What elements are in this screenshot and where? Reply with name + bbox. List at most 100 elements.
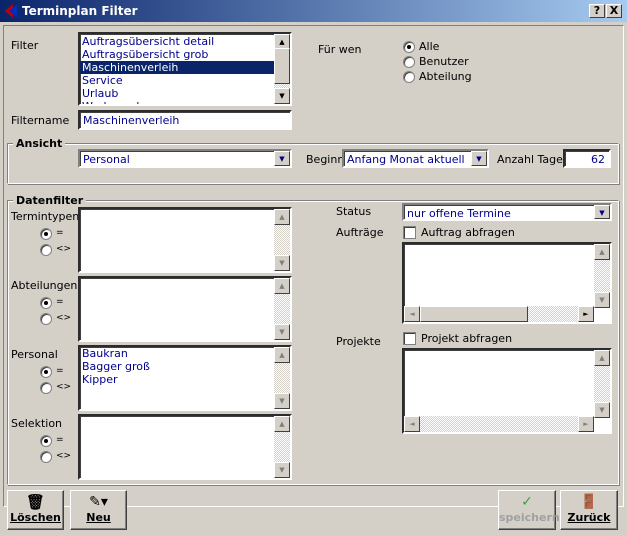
scroll-left-icon[interactable]: ◄ xyxy=(404,306,420,322)
radio-label-alle: Alle xyxy=(419,40,440,53)
auftraege-list[interactable]: ▲ ▼ ◄ ► xyxy=(402,242,612,324)
beginn-select[interactable]: Anfang Monat aktuell ▼ xyxy=(342,149,489,168)
scroll-up-icon[interactable]: ▲ xyxy=(274,209,290,225)
filter-list-item[interactable]: Maschinenverleih xyxy=(80,61,275,74)
selektion-scrollbar[interactable]: ▲ ▼ xyxy=(274,416,290,478)
scroll-up-icon[interactable]: ▲ xyxy=(274,416,290,432)
projekte-label: Projekte xyxy=(336,335,381,348)
personal-eq-radio[interactable] xyxy=(40,366,52,378)
scroll-up-icon[interactable]: ▲ xyxy=(594,244,610,260)
filter-list-item[interactable]: Auftragsübersicht detail xyxy=(80,35,275,48)
checkmark-icon: ✓ xyxy=(521,494,533,510)
beginn-label: Beginn xyxy=(306,153,345,166)
termintypen-neq-label: <> xyxy=(56,244,72,254)
termintypen-list[interactable]: ▲ ▼ xyxy=(78,207,292,273)
app-logo-icon xyxy=(5,4,17,18)
scroll-thumb[interactable] xyxy=(420,306,528,322)
filtername-label: Filtername xyxy=(11,114,70,127)
filter-list-item[interactable]: Werkzeugbau xyxy=(80,100,275,104)
help-button[interactable]: ? xyxy=(589,4,605,18)
scroll-up-icon[interactable]: ▲ xyxy=(594,350,610,366)
personal-eq-label: = xyxy=(56,366,64,376)
list-item[interactable]: Bagger groß xyxy=(80,360,290,373)
neu-button[interactable]: ✎▾ Neu xyxy=(70,490,127,530)
scroll-up-icon[interactable]: ▲ xyxy=(274,278,290,294)
termintypen-eq-label: = xyxy=(56,228,64,238)
loeschen-button[interactable]: 🗑 Löschen xyxy=(7,490,64,530)
scroll-down-icon[interactable]: ▼ xyxy=(274,324,290,340)
personal-list[interactable]: Baukran Bagger groß Kipper ▲ ▼ xyxy=(78,345,292,411)
view-select[interactable]: Personal ▼ xyxy=(78,149,292,168)
scroll-down-icon[interactable]: ▼ xyxy=(274,393,290,409)
neu-label: Neu xyxy=(86,511,111,524)
projekte-list[interactable]: ▲ ▼ ◄ ► xyxy=(402,348,612,434)
abteilungen-label: Abteilungen xyxy=(11,279,78,292)
scroll-right-icon[interactable]: ► xyxy=(578,306,594,322)
personal-scrollbar[interactable]: ▲ ▼ xyxy=(274,347,290,409)
scroll-thumb[interactable] xyxy=(274,48,290,84)
radio-abteilung[interactable] xyxy=(403,71,415,83)
status-select[interactable]: nur offene Termine ▼ xyxy=(402,203,612,221)
abteilungen-neq-radio[interactable] xyxy=(40,313,52,325)
abteilungen-list[interactable]: ▲ ▼ xyxy=(78,276,292,342)
selektion-eq-label: = xyxy=(56,435,64,445)
abteilungen-scrollbar[interactable]: ▲ ▼ xyxy=(274,278,290,340)
zurueck-label: Zurück xyxy=(567,511,611,524)
selektion-eq-radio[interactable] xyxy=(40,435,52,447)
filter-list-item[interactable]: Urlaub xyxy=(80,87,275,100)
auftraege-hscroll[interactable]: ◄ ► xyxy=(404,306,594,322)
filter-label: Filter xyxy=(11,39,39,52)
zurueck-button[interactable]: 🚪 Zurück xyxy=(560,490,618,530)
anzahl-tage-label: Anzahl Tage xyxy=(497,153,563,166)
scroll-down-icon[interactable]: ▼ xyxy=(594,402,610,418)
termintypen-label: Termintypen xyxy=(11,210,80,223)
auftraege-label: Aufträge xyxy=(336,226,384,239)
chevron-down-icon[interactable]: ▼ xyxy=(471,151,487,166)
view-select-value: Personal xyxy=(83,153,130,166)
scroll-down-icon[interactable]: ▼ xyxy=(274,255,290,271)
scroll-right-icon[interactable]: ► xyxy=(578,416,594,432)
personal-neq-radio[interactable] xyxy=(40,382,52,394)
termintypen-scrollbar[interactable]: ▲ ▼ xyxy=(274,209,290,271)
selektion-list[interactable]: ▲ ▼ xyxy=(78,414,292,480)
auftraege-vscroll[interactable]: ▲ ▼ xyxy=(594,244,610,308)
speichern-button[interactable]: ✓ speichern xyxy=(498,490,560,530)
fuer-wen-label: Für wen xyxy=(318,43,362,56)
selektion-neq-label: <> xyxy=(56,451,72,461)
filter-list-item[interactable]: Auftragsübersicht grob xyxy=(80,48,275,61)
list-item[interactable]: Kipper xyxy=(80,373,290,386)
abteilungen-eq-radio[interactable] xyxy=(40,297,52,309)
filter-list-scrollbar[interactable]: ▲ ▼ xyxy=(274,34,290,104)
radio-label-abteilung: Abteilung xyxy=(419,70,472,83)
termintypen-neq-radio[interactable] xyxy=(40,244,52,256)
radio-benutzer[interactable] xyxy=(403,56,415,68)
projekt-checkbox[interactable] xyxy=(403,332,416,345)
termintypen-eq-radio[interactable] xyxy=(40,228,52,240)
selektion-label: Selektion xyxy=(11,417,63,430)
scroll-down-icon[interactable]: ▼ xyxy=(274,88,290,104)
chevron-down-icon[interactable]: ▼ xyxy=(274,151,290,166)
scroll-down-icon[interactable]: ▼ xyxy=(594,292,610,308)
projekte-hscroll[interactable]: ◄ ► xyxy=(404,416,594,432)
status-label: Status xyxy=(336,205,372,218)
radio-alle[interactable] xyxy=(403,41,415,53)
exit-door-icon: 🚪 xyxy=(580,494,598,510)
filter-list-item[interactable]: Service xyxy=(80,74,275,87)
selektion-neq-radio[interactable] xyxy=(40,451,52,463)
projekte-vscroll[interactable]: ▲ ▼ xyxy=(594,350,610,418)
projekt-checkbox-label: Projekt abfragen xyxy=(421,332,513,345)
filtername-input[interactable]: Maschinenverleih xyxy=(78,110,292,130)
list-item[interactable]: Baukran xyxy=(80,347,290,360)
auftrag-checkbox[interactable] xyxy=(403,226,416,239)
close-button[interactable]: X xyxy=(606,4,622,18)
anzahl-tage-input[interactable]: 62 xyxy=(563,149,611,168)
scroll-up-icon[interactable]: ▲ xyxy=(274,347,290,363)
status-select-value: nur offene Termine xyxy=(407,207,511,220)
abteilungen-neq-label: <> xyxy=(56,313,72,323)
scroll-down-icon[interactable]: ▼ xyxy=(274,462,290,478)
filter-list[interactable]: Auftragsübersicht detail Auftragsübersich… xyxy=(78,32,292,106)
scroll-left-icon[interactable]: ◄ xyxy=(404,416,420,432)
chevron-down-icon[interactable]: ▼ xyxy=(594,205,610,219)
window-title: Terminplan Filter xyxy=(22,4,138,18)
personal-label: Personal xyxy=(11,348,58,361)
